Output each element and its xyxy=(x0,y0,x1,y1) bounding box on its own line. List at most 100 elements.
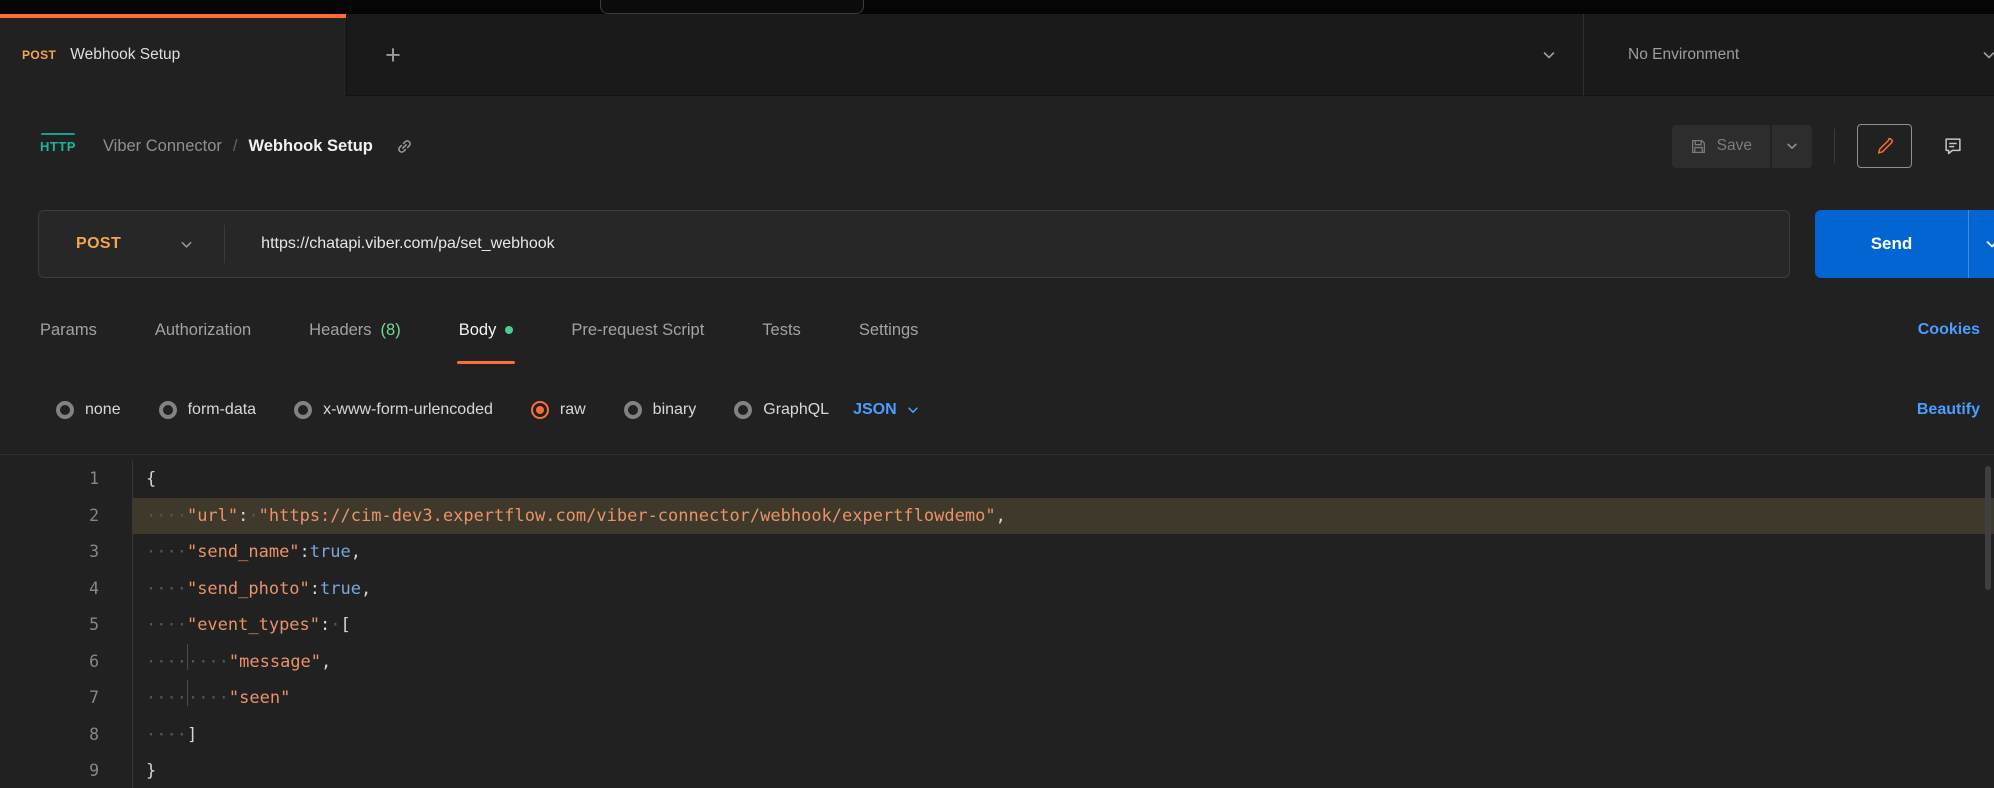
code-text: ····"event_types":·[ xyxy=(133,607,1994,644)
breadcrumb-collection[interactable]: Viber Connector xyxy=(103,137,222,156)
code-line[interactable]: 1{ xyxy=(0,461,1994,498)
tab-bar: POST Webhook Setup + No Environment xyxy=(0,14,1994,96)
tab-pre-request-script[interactable]: Pre-request Script xyxy=(571,292,704,368)
code-line[interactable]: 9} xyxy=(0,753,1994,788)
request-tabs-row: Params Authorization Headers(8) Body Pre-req… xyxy=(0,292,1994,368)
body-mode-raw[interactable]: raw xyxy=(531,401,586,419)
line-number: 9 xyxy=(0,753,133,788)
tab-label: Params xyxy=(40,321,97,340)
edit-documentation-button[interactable] xyxy=(1857,124,1912,168)
line-number: 2 xyxy=(0,498,133,535)
save-options-chevron-down-icon[interactable] xyxy=(1772,125,1812,168)
tab-label: Tests xyxy=(762,321,801,340)
code-text: ········"seen" xyxy=(133,680,1994,717)
toolbar-divider xyxy=(1834,129,1835,163)
code-text: ····"url":·"https://cim-dev3.expertflow.… xyxy=(133,498,1994,535)
body-mode-x-www-form-urlencoded[interactable]: x-www-form-urlencoded xyxy=(294,401,493,419)
line-number: 6 xyxy=(0,644,133,681)
send-button-group: Send xyxy=(1815,210,1994,278)
tab-tests[interactable]: Tests xyxy=(762,292,801,368)
code-line[interactable]: 2····"url":·"https://cim-dev3.expertflow… xyxy=(0,498,1994,535)
tab-settings[interactable]: Settings xyxy=(859,292,919,368)
radio-icon xyxy=(159,401,177,419)
tab-authorization[interactable]: Authorization xyxy=(155,292,251,368)
code-text: ········"message", xyxy=(133,644,1994,681)
radio-icon xyxy=(624,401,642,419)
code-text: { xyxy=(133,461,1994,498)
editor-lines: 1{2····"url":·"https://cim-dev3.expertfl… xyxy=(0,461,1994,788)
chevron-down-icon xyxy=(1981,47,1994,63)
environment-selector[interactable]: No Environment xyxy=(1628,14,1739,96)
save-icon xyxy=(1690,138,1707,155)
chevron-down-icon xyxy=(1984,236,1994,252)
breadcrumb-separator: / xyxy=(233,137,238,156)
environment-chevron-down-icon[interactable] xyxy=(1972,14,1994,96)
code-line[interactable]: 4····"send_photo":true, xyxy=(0,571,1994,608)
code-text: ····] xyxy=(133,717,1994,754)
beautify-link[interactable]: Beautify xyxy=(1917,401,1980,419)
body-mode-none[interactable]: none xyxy=(56,401,121,419)
tab-headers[interactable]: Headers(8) xyxy=(309,292,401,368)
code-line[interactable]: 7········"seen" xyxy=(0,680,1994,717)
comment-icon xyxy=(1943,136,1963,156)
code-line[interactable]: 3····"send_name":true, xyxy=(0,534,1994,571)
body-mode-binary[interactable]: binary xyxy=(624,401,697,419)
chevron-down-icon xyxy=(1541,47,1557,63)
breadcrumb-request-name: Webhook Setup xyxy=(248,137,372,156)
mode-label: form-data xyxy=(188,401,256,419)
line-number: 5 xyxy=(0,607,133,644)
line-number: 8 xyxy=(0,717,133,754)
body-mode-form-data[interactable]: form-data xyxy=(159,401,256,419)
method-selector[interactable]: POST xyxy=(76,235,121,253)
save-button[interactable]: Save xyxy=(1672,125,1770,168)
pencil-icon xyxy=(1876,137,1894,155)
body-mode-graphql[interactable]: GraphQL xyxy=(734,401,829,419)
save-label: Save xyxy=(1717,137,1752,155)
radio-icon xyxy=(56,401,74,419)
tab-label: Headers xyxy=(309,321,371,340)
code-line[interactable]: 8····] xyxy=(0,717,1994,754)
language-selector[interactable]: JSON xyxy=(853,401,920,419)
send-options-chevron-down-icon[interactable] xyxy=(1969,236,1994,252)
code-text: } xyxy=(133,753,1994,788)
link-icon xyxy=(395,137,414,156)
search-bar-partial[interactable] xyxy=(600,0,864,14)
tab-label: Body xyxy=(459,321,497,340)
breadcrumb-toolbar-row: HTTP Viber Connector / Webhook Setup Sav… xyxy=(0,96,1994,196)
tabbar-divider xyxy=(1583,14,1584,96)
copy-link-icon[interactable] xyxy=(395,137,414,156)
tab-label: Pre-request Script xyxy=(571,321,704,340)
body-set-dot xyxy=(505,326,513,334)
code-line[interactable]: 6········"message", xyxy=(0,644,1994,681)
add-tab-button[interactable]: + xyxy=(372,14,414,96)
body-mode-row: none form-data x-www-form-urlencoded raw bin… xyxy=(0,368,1994,452)
request-url-row: POST https://chatapi.viber.com/pa/set_we… xyxy=(0,196,1994,292)
cookies-link[interactable]: Cookies xyxy=(1918,321,1980,339)
language-label: JSON xyxy=(853,401,897,419)
method-chevron-down-icon[interactable] xyxy=(179,237,194,252)
tab-params[interactable]: Params xyxy=(40,292,97,368)
chevron-down-icon xyxy=(179,237,194,252)
radio-icon xyxy=(734,401,752,419)
http-badge-icon: HTTP xyxy=(40,139,76,154)
request-tab-webhook-setup[interactable]: POST Webhook Setup xyxy=(0,14,347,96)
line-number: 3 xyxy=(0,534,133,571)
toolbar-actions: Save xyxy=(1672,124,1980,168)
comments-button[interactable] xyxy=(1925,124,1980,168)
tab-list-chevron-down-icon[interactable] xyxy=(1528,14,1570,96)
send-button[interactable]: Send xyxy=(1815,234,1968,254)
tab-label: Authorization xyxy=(155,321,251,340)
raw-body-editor[interactable]: 1{2····"url":·"https://cim-dev3.expertfl… xyxy=(0,454,1994,788)
code-text: ····"send_name":true, xyxy=(133,534,1994,571)
line-number: 4 xyxy=(0,571,133,608)
url-input[interactable]: https://chatapi.viber.com/pa/set_webhook xyxy=(261,235,555,253)
line-number: 1 xyxy=(0,461,133,498)
url-divider xyxy=(224,225,225,263)
code-line[interactable]: 5····"event_types":·[ xyxy=(0,607,1994,644)
environment-label: No Environment xyxy=(1628,46,1739,64)
tab-body[interactable]: Body xyxy=(459,292,514,368)
chevron-down-icon xyxy=(1785,139,1799,153)
editor-scrollbar[interactable] xyxy=(1985,466,1991,590)
postman-app-window: POST Webhook Setup + No Environment HTTP… xyxy=(0,0,1994,788)
tab-title: Webhook Setup xyxy=(70,46,180,64)
